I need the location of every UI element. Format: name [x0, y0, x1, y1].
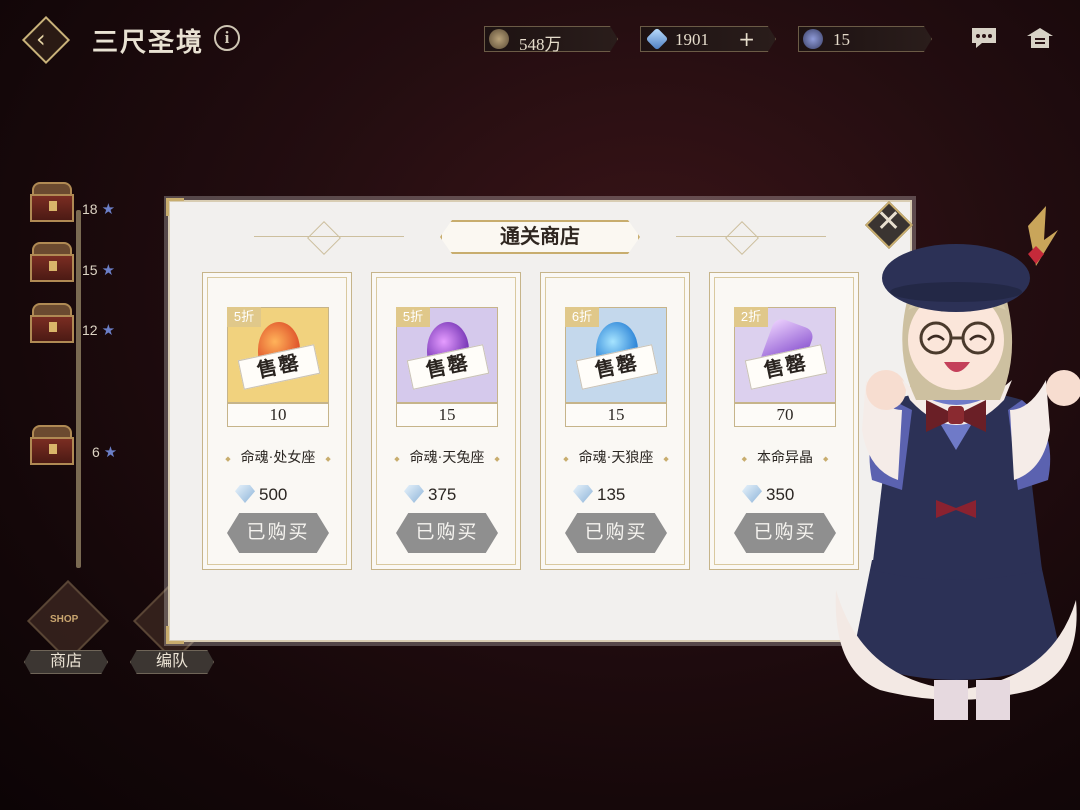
shop-item-card[interactable]: 售罄 5折 10 命魂·处女座 500 已购买: [202, 272, 352, 570]
shop-title: 通关商店: [440, 220, 640, 254]
crystal-icon: [645, 27, 669, 51]
purchased-button[interactable]: 已购买: [565, 513, 667, 553]
shop-button-label: 商店: [24, 650, 108, 674]
item-name: 命魂·天兔座: [372, 447, 522, 467]
discount-badge: 6折: [565, 307, 599, 327]
sold-out-stamp: 售罄: [744, 344, 828, 390]
purchased-button[interactable]: 已购买: [227, 513, 329, 553]
reward-chest[interactable]: [30, 242, 74, 282]
crystal-value: 1901: [675, 30, 709, 49]
item-name: 命魂·天狼座: [541, 447, 691, 467]
coin-value: 548万: [519, 35, 562, 54]
star-icon: ★: [103, 444, 118, 461]
coin-icon: [489, 29, 509, 49]
info-icon[interactable]: i: [214, 25, 240, 51]
item-price: 350: [742, 485, 794, 505]
team-button-label: 编队: [130, 650, 214, 674]
shop-item-card[interactable]: 售罄 5折 15 命魂·天兔座 375 已购买: [371, 272, 521, 570]
home-icon[interactable]: [1026, 26, 1054, 56]
sold-out-stamp: 售罄: [406, 344, 490, 390]
sold-out-stamp: 售罄: [237, 344, 321, 390]
shopkeeper-character: [835, 206, 1080, 720]
item-quantity: 15: [565, 403, 667, 427]
milestone-stars: 15 ★: [82, 262, 116, 279]
milestone-stars: 12 ★: [82, 322, 116, 339]
chat-icon[interactable]: [970, 26, 998, 56]
discount-badge: 5折: [227, 307, 261, 327]
token-value: 15: [833, 30, 850, 49]
star-icon: ★: [101, 322, 116, 339]
page-title: 三尺圣境: [92, 28, 205, 57]
crystal-counter: 1901 +: [640, 26, 776, 52]
discount-badge: 5折: [396, 307, 430, 327]
item-quantity: 70: [734, 403, 836, 427]
sold-out-stamp: 售罄: [575, 344, 659, 390]
item-price: 135: [573, 485, 625, 505]
item-quantity: 15: [396, 403, 498, 427]
reward-chest[interactable]: [30, 303, 74, 343]
milestone-stars: 18 ★: [82, 201, 116, 218]
reward-chest[interactable]: [30, 182, 74, 222]
discount-badge: 2折: [734, 307, 768, 327]
milestone-stars: 6 ★: [92, 444, 118, 461]
crystal-icon: [573, 485, 593, 503]
item-name: 命魂·处女座: [203, 447, 353, 467]
purchased-button[interactable]: 已购买: [734, 513, 836, 553]
reward-chest[interactable]: [30, 425, 74, 465]
item-price: 375: [404, 485, 456, 505]
crystal-icon: [742, 485, 762, 503]
back-arrow-icon: ‹: [36, 25, 46, 53]
add-crystal-button[interactable]: +: [738, 27, 755, 51]
shop-panel: 通关商店 ✕ 售罄 5折 10 命魂·处女座 500 已购买 售罄 5折 15 …: [166, 198, 914, 644]
crystal-icon: [235, 485, 255, 503]
purchased-button[interactable]: 已购买: [396, 513, 498, 553]
shop-item-card[interactable]: 售罄 6折 15 命魂·天狼座 135 已购买: [540, 272, 690, 570]
item-quantity: 10: [227, 403, 329, 427]
star-icon: ★: [101, 262, 116, 279]
item-price: 500: [235, 485, 287, 505]
back-button[interactable]: ‹: [21, 15, 71, 65]
progress-track: [76, 210, 81, 568]
token-icon: [803, 29, 823, 49]
token-counter: 15: [798, 26, 932, 52]
crystal-icon: [404, 485, 424, 503]
coin-counter: 548万: [484, 26, 618, 52]
star-icon: ★: [101, 201, 116, 218]
